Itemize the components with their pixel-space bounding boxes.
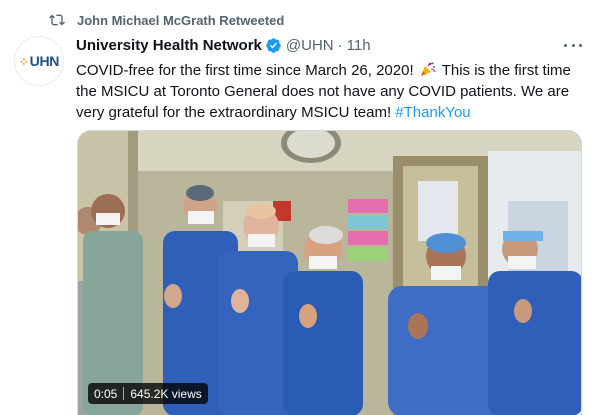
tweet-text-part1: COVID-free for the first time since Marc… — [76, 62, 414, 79]
tweet-header: University Health Network @UHN · 11h — [76, 37, 371, 54]
retweet-icon — [49, 14, 65, 26]
separator: · — [337, 37, 343, 54]
more-options-icon[interactable] — [564, 40, 582, 50]
video-duration: 0:05 — [94, 386, 118, 401]
verified-badge-icon — [266, 38, 281, 53]
timestamp[interactable]: 11h — [347, 37, 371, 54]
hashtag-link[interactable]: #ThankYou — [395, 104, 470, 121]
retweet-context[interactable]: John Michael McGrath Retweeted — [77, 13, 284, 28]
badge-divider — [123, 387, 125, 400]
party-popper-icon — [420, 62, 436, 76]
video-thumbnail — [78, 131, 581, 415]
author-name[interactable]: University Health Network — [76, 37, 262, 54]
avatar-logo: ⁘UHN — [18, 53, 60, 69]
tweet-text: COVID-free for the first time since Marc… — [76, 60, 576, 123]
avatar[interactable]: ⁘UHN — [14, 36, 64, 86]
author-handle[interactable]: @UHN — [286, 37, 334, 54]
video-stats-badge: 0:05 645.2K views — [88, 383, 208, 404]
video-player[interactable] — [77, 130, 582, 415]
video-views: 645.2K views — [130, 386, 202, 401]
